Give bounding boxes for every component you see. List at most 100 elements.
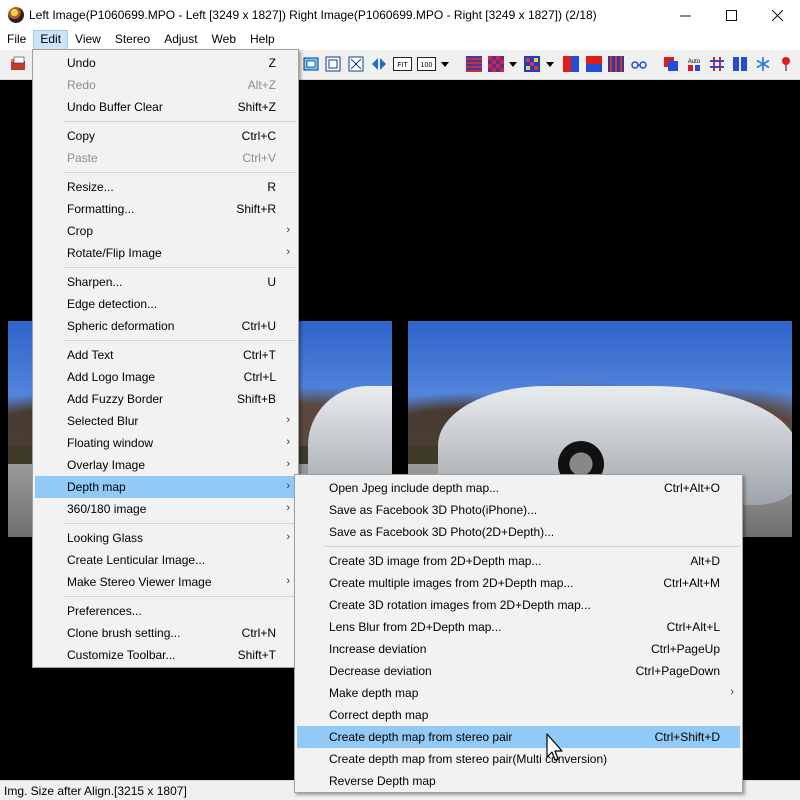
auto-align-icon[interactable]: Auto (686, 56, 702, 72)
interlace-icon[interactable] (466, 56, 482, 72)
fit-window-icon[interactable] (303, 56, 319, 72)
menu-item-correct-depth-map[interactable]: Correct depth map (297, 704, 740, 726)
menu-item-paste: Paste Ctrl+V (67, 151, 276, 165)
menu-separator (325, 546, 740, 547)
menu-help[interactable]: Help (243, 30, 282, 50)
menu-item-open-jpeg-depth[interactable]: Open Jpeg include depth map... Ctrl+Alt+O (297, 477, 740, 499)
menu-item-undo[interactable]: Undo Z (35, 52, 296, 74)
submenu-arrow-icon: › (286, 246, 290, 258)
menu-item-make-stereo-viewer-image[interactable]: Make Stereo Viewer Image › (35, 571, 296, 593)
menu-item-edge-detection[interactable]: Edge detection... (35, 293, 296, 315)
fit-icon[interactable]: FIT (393, 56, 412, 72)
grid-icon[interactable] (709, 56, 725, 72)
submenu-arrow-icon: › (286, 502, 290, 514)
edit-menu: Undo Z Redo Alt+Z Undo Buffer Clear Shift+Z… (32, 49, 299, 668)
submenu-arrow-icon: › (286, 414, 290, 426)
bars-icon[interactable] (732, 56, 748, 72)
open-icon[interactable] (10, 56, 26, 72)
menu-item-formatting[interactable]: Formatting... Shift+R (35, 198, 296, 220)
menu-item-increase-deviation[interactable]: Increase deviation Ctrl+PageUp (297, 638, 740, 660)
menu-stereo[interactable]: Stereo (108, 30, 157, 50)
menu-item-redo: Redo Alt+Z (67, 78, 276, 92)
pin-icon[interactable] (778, 56, 794, 72)
menu-item-copy[interactable]: Copy Ctrl+C (35, 125, 296, 147)
menu-item-rotate-flip[interactable]: Rotate/Flip Image › (35, 242, 296, 264)
menu-item-create-3d-image[interactable]: Create 3D image from 2D+Depth map... Alt+… (297, 550, 740, 572)
zoom-100-icon[interactable]: 100 (417, 56, 436, 72)
menu-item-make-depth-map[interactable]: Make depth map › (297, 682, 740, 704)
submenu-arrow-icon: › (286, 458, 290, 470)
swap-icon[interactable] (371, 56, 387, 72)
submenu-arrow-icon: › (730, 686, 734, 698)
menu-item-lens-blur[interactable]: Lens Blur from 2D+Depth map... Ctrl+Alt+L (297, 616, 740, 638)
menu-separator (63, 596, 296, 597)
submenu-arrow-icon: › (286, 480, 290, 492)
menu-separator (63, 340, 296, 341)
minimize-icon (679, 15, 691, 16)
snowflake-icon[interactable] (755, 56, 771, 72)
menu-item-clone-brush-setting[interactable]: Clone brush setting... Ctrl+N (35, 622, 296, 644)
menu-item-sharpen[interactable]: Sharpen... U (35, 271, 296, 293)
submenu-arrow-icon: › (286, 531, 290, 543)
side-by-side-icon[interactable] (608, 56, 624, 72)
menu-item-customize-toolbar[interactable]: Customize Toolbar... Shift+T (35, 644, 296, 666)
chevron-down-icon[interactable] (440, 56, 450, 72)
minimize-button[interactable] (662, 0, 708, 30)
glasses-icon[interactable] (631, 56, 647, 72)
close-icon (771, 9, 783, 21)
menu-item-create-depth-from-stereo-multi[interactable]: Create depth map from stereo pair(Multi … (297, 748, 740, 770)
menu-file[interactable]: File (0, 30, 33, 50)
chevron-down-icon[interactable] (508, 56, 518, 72)
red-cyan-icon[interactable] (563, 56, 579, 72)
menu-item-spheric-deformation[interactable]: Spheric deformation Ctrl+U (35, 315, 296, 337)
menu-item-create-depth-from-stereo[interactable]: Create depth map from stereo pair Ctrl+Sh… (297, 726, 740, 748)
menu-item-looking-glass[interactable]: Looking Glass › (35, 527, 296, 549)
status-text: Img. Size after Align.[3215 x 1807] (4, 784, 187, 798)
menu-view[interactable]: View (68, 30, 108, 50)
menu-bar: File Edit View Stereo Adjust Web Help (0, 30, 800, 50)
menu-item-selected-blur[interactable]: Selected Blur › (35, 410, 296, 432)
blue-red-icon[interactable] (586, 56, 602, 72)
menu-item-depth-map[interactable]: Depth map › (35, 476, 296, 498)
menu-item-resize[interactable]: Resize... R (35, 176, 296, 198)
menu-item-add-text[interactable]: Add Text Ctrl+T (35, 344, 296, 366)
menu-item-overlay-image[interactable]: Overlay Image › (35, 454, 296, 476)
menu-item-create-lenticular-image[interactable]: Create Lenticular Image... (35, 549, 296, 571)
submenu-arrow-icon: › (286, 575, 290, 587)
color-anaglyph-icon[interactable] (524, 56, 540, 72)
menu-item-floating-window[interactable]: Floating window › (35, 432, 296, 454)
submenu-arrow-icon: › (286, 436, 290, 448)
svg-text:FIT: FIT (397, 62, 408, 69)
menu-item-create-multiple-images[interactable]: Create multiple images from 2D+Depth map… (297, 572, 740, 594)
menu-item-reverse-depth-map[interactable]: Reverse Depth map (297, 770, 740, 792)
mouse-cursor-icon (546, 733, 563, 761)
menu-adjust[interactable]: Adjust (157, 30, 204, 50)
submenu-arrow-icon: › (286, 224, 290, 236)
menu-item-preferences[interactable]: Preferences... (35, 600, 296, 622)
menu-item-add-fuzzy-border[interactable]: Add Fuzzy Border Shift+B (35, 388, 296, 410)
menu-item-add-logo-image[interactable]: Add Logo Image Ctrl+L (35, 366, 296, 388)
maximize-button[interactable] (708, 0, 754, 30)
menu-item-undo-buffer-clear[interactable]: Undo Buffer Clear Shift+Z (35, 96, 296, 118)
menu-item-crop[interactable]: Crop › (35, 220, 296, 242)
menu-separator (63, 523, 296, 524)
menu-item-create-3d-rotation[interactable]: Create 3D rotation images from 2D+Depth … (297, 594, 740, 616)
title-bar: Left Image(P1060699.MPO - Left [3249 x 1… (0, 0, 800, 30)
menu-edit[interactable]: Edit (33, 30, 69, 50)
stack-icon[interactable] (663, 56, 679, 72)
window-title: Left Image(P1060699.MPO - Left [3249 x 1… (29, 8, 597, 22)
checker-icon[interactable] (488, 56, 504, 72)
menu-separator (63, 172, 296, 173)
menu-separator (63, 121, 296, 122)
menu-item-save-facebook-2d-depth[interactable]: Save as Facebook 3D Photo(2D+Depth)... (297, 521, 740, 543)
chevron-down-icon[interactable] (545, 56, 555, 72)
full-window-icon[interactable] (325, 56, 341, 72)
maximize-icon (725, 9, 737, 21)
menu-item-save-facebook-iphone[interactable]: Save as Facebook 3D Photo(iPhone)... (297, 499, 740, 521)
depth-map-submenu: Open Jpeg include depth map... Ctrl+Alt+O… (294, 474, 743, 793)
menu-item-360-180-image[interactable]: 360/180 image › (35, 498, 296, 520)
cross-icon[interactable] (348, 56, 364, 72)
menu-item-decrease-deviation[interactable]: Decrease deviation Ctrl+PageDown (297, 660, 740, 682)
close-button[interactable] (754, 0, 800, 30)
menu-web[interactable]: Web (205, 30, 243, 50)
